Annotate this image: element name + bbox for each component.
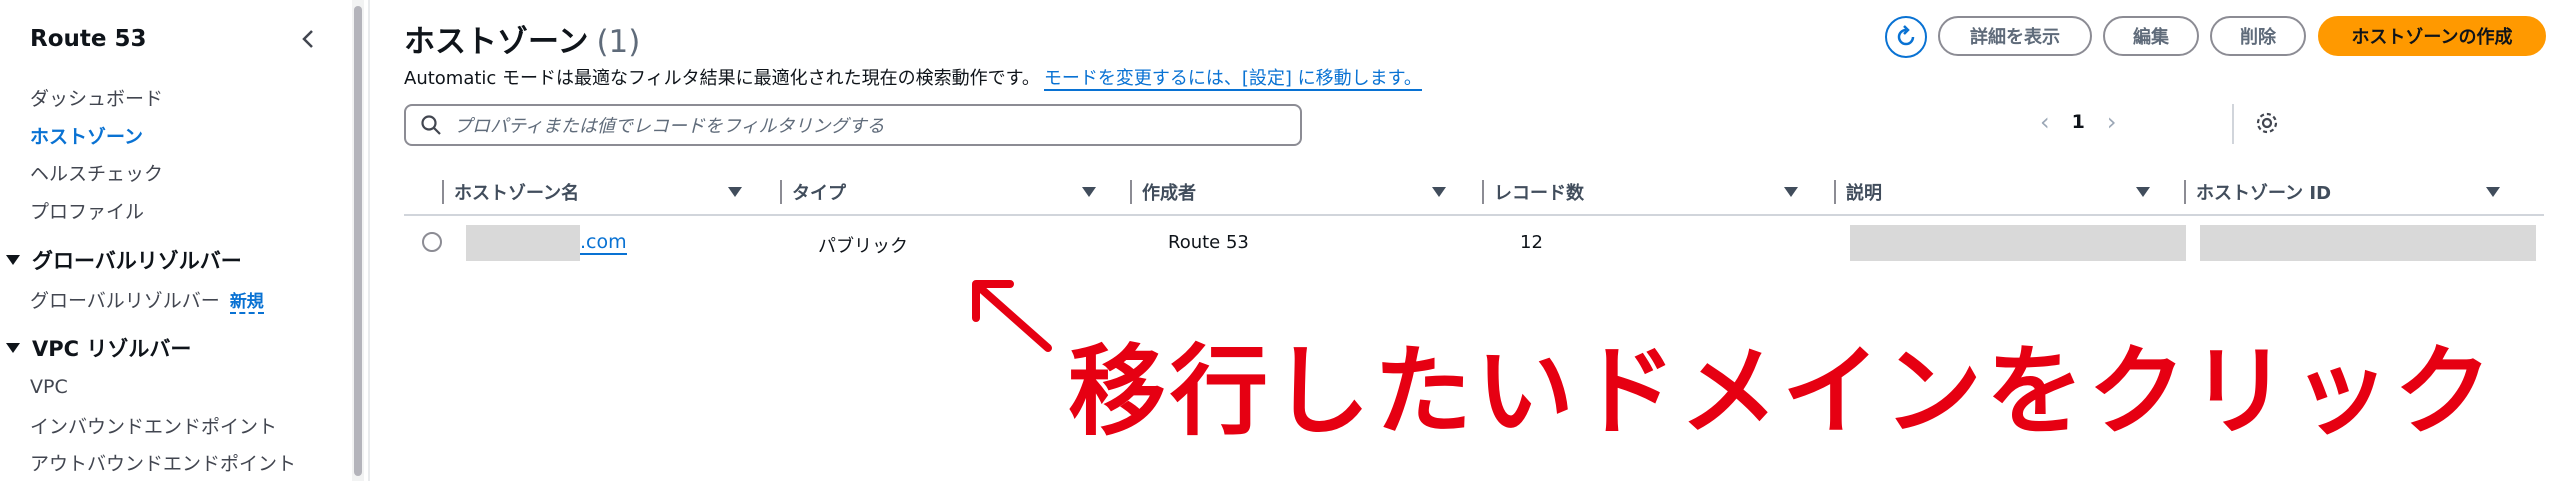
collapse-sidebar-icon[interactable] — [296, 26, 322, 52]
column-divider — [2184, 180, 2186, 204]
annotation-arrow-icon — [972, 280, 1052, 352]
navigation-sidebar: Route 53 ダッシュボード ホストゾーン ヘルスチェック プロファイル グ… — [0, 0, 352, 481]
annotation-text: 移行したいドメインをクリック — [1068, 335, 2497, 449]
sidebar-item-health-checks[interactable]: ヘルスチェック — [30, 159, 163, 186]
column-header-record-count[interactable]: レコード数 — [1482, 172, 1798, 212]
column-divider — [780, 180, 782, 204]
settings-link[interactable]: モードを変更するには、[設定] に移動します。 — [1043, 68, 1422, 91]
new-badge: 新規 — [229, 292, 264, 314]
sort-caret-icon[interactable] — [1784, 187, 1798, 197]
domain-link-container[interactable]: .com — [580, 231, 627, 255]
chevron-left-icon[interactable]: ‹ — [2040, 108, 2050, 136]
edit-button[interactable]: 編集 — [2103, 16, 2199, 56]
cell-created-by: Route 53 — [1168, 232, 1249, 253]
service-title: Route 53 — [30, 26, 147, 52]
sort-caret-icon[interactable] — [1082, 187, 1096, 197]
column-header-name[interactable]: ホストゾーン名 — [442, 172, 742, 212]
column-header-created-by[interactable]: 作成者 — [1130, 172, 1446, 212]
table-header: ホストゾーン名 タイプ 作成者 レコード数 説明 ホストゾーン ID — [404, 172, 2544, 216]
redacted-description-block — [1850, 225, 2186, 261]
sidebar-item-inbound-endpoints[interactable]: インバウンドエンドポイント — [30, 412, 277, 439]
sidebar-scrollbar-thumb[interactable] — [354, 6, 362, 476]
cell-record-count: 12 — [1520, 232, 1543, 253]
column-divider — [442, 180, 444, 204]
chevron-right-icon[interactable]: › — [2107, 108, 2117, 136]
column-header-description[interactable]: 説明 — [1834, 172, 2150, 212]
search-icon — [421, 115, 441, 135]
column-divider — [1130, 180, 1132, 204]
sidebar-item-outbound-endpoints[interactable]: アウトバウンドエンドポイント — [30, 449, 296, 476]
sort-caret-icon[interactable] — [2486, 187, 2500, 197]
sidebar-item-profiles[interactable]: プロファイル — [30, 197, 144, 224]
sidebar-item-global-resolver[interactable]: グローバルリゾルバー 新規 — [30, 286, 264, 314]
sort-caret-icon[interactable] — [2136, 187, 2150, 197]
column-header-type[interactable]: タイプ — [780, 172, 1096, 212]
column-divider — [1482, 180, 1484, 204]
gear-icon[interactable] — [2254, 110, 2280, 136]
row-select-radio[interactable] — [422, 232, 442, 252]
search-placeholder: プロパティまたは値でレコードをフィルタリングする — [454, 116, 885, 137]
sidebar-item-hosted-zones[interactable]: ホストゾーン — [30, 122, 143, 149]
column-header-hosted-zone-id[interactable]: ホストゾーン ID — [2184, 172, 2500, 212]
sidebar-item-vpc[interactable]: VPC — [30, 376, 68, 398]
caret-down-icon — [6, 255, 20, 265]
hosted-zone-name-link[interactable]: .com — [580, 231, 627, 255]
column-divider — [1834, 180, 1836, 204]
sidebar-section-vpc-resolver[interactable]: VPC リゾルバー — [6, 333, 191, 363]
delete-button[interactable]: 削除 — [2210, 16, 2306, 56]
refresh-icon — [1897, 25, 1915, 46]
create-hosted-zone-button[interactable]: ホストゾーンの作成 — [2318, 16, 2546, 56]
sidebar-item-dashboard[interactable]: ダッシュボード — [30, 84, 163, 111]
pagination-divider — [2232, 104, 2234, 144]
hosted-zone-count: (1) — [596, 24, 641, 60]
current-page-number[interactable]: 1 — [2072, 111, 2085, 133]
redacted-zone-id-block — [2200, 225, 2536, 261]
page-description: Automatic モードは最適なフィルタ結果に最適化された現在の検索動作です。… — [404, 68, 1422, 91]
refresh-button[interactable] — [1885, 16, 1927, 58]
redacted-domain-block — [466, 225, 580, 261]
cell-type: パブリック — [818, 236, 908, 257]
main-content: ホストゾーン (1) Automatic モードは最適なフィルタ結果に最適化された… — [370, 0, 2560, 481]
sort-caret-icon[interactable] — [1432, 187, 1446, 197]
sidebar-section-global-resolver[interactable]: グローバルリゾルバー — [6, 245, 242, 275]
sort-caret-icon[interactable] — [728, 187, 742, 197]
pagination: ‹ 1 › — [2040, 108, 2116, 136]
caret-down-icon — [6, 343, 20, 353]
filter-search-input[interactable]: プロパティまたは値でレコードをフィルタリングする — [404, 104, 1302, 146]
page-title: ホストゾーン (1) — [404, 24, 641, 60]
view-details-button[interactable]: 詳細を表示 — [1938, 16, 2092, 56]
table-row[interactable]: .com パブリック Route 53 12 — [404, 220, 2544, 268]
